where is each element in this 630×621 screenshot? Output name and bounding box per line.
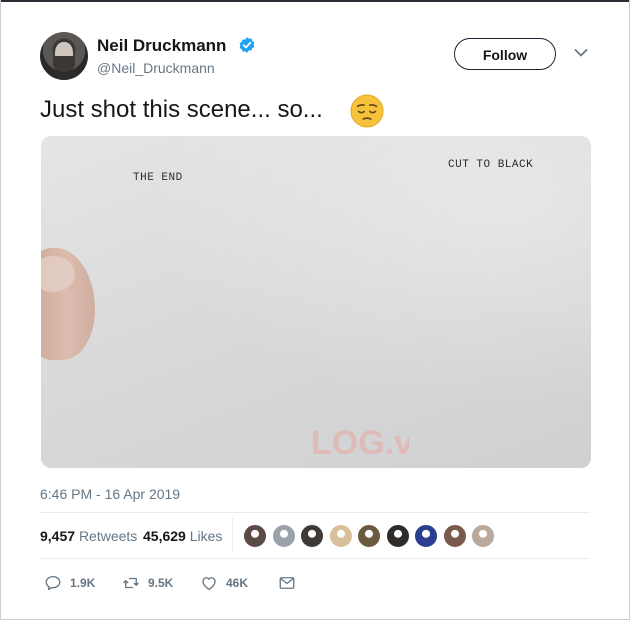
direct-message-icon: [279, 577, 295, 589]
tweet-photo[interactable]: THE END CUT TO BLACK LOG.vn: [41, 136, 591, 468]
liker-avatar[interactable]: [328, 524, 353, 548]
svg-text:LOG.vn: LOG.vn: [311, 424, 409, 462]
tweet-timestamp[interactable]: 6:46 PM - 16 Apr 2019: [40, 486, 180, 502]
author-name[interactable]: Neil Druckmann: [97, 36, 226, 56]
retweets-label: Retweets: [78, 528, 138, 544]
follow-button[interactable]: Follow: [454, 38, 556, 70]
liker-avatar[interactable]: [271, 524, 296, 548]
retweet-icon: [123, 577, 139, 589]
reply-count: 1.9K: [70, 576, 96, 590]
avatar-beard: [53, 56, 75, 72]
liker-avatar[interactable]: [357, 524, 381, 548]
liker-avatar[interactable]: [442, 524, 467, 548]
tweet-text: Just shot this scene... so...: [40, 96, 323, 123]
author-handle[interactable]: @Neil_Druckmann: [97, 60, 215, 76]
reply-icon: [45, 575, 61, 591]
divider: [40, 558, 590, 559]
liker-avatar[interactable]: [471, 524, 495, 548]
like-count: 46K: [226, 576, 249, 590]
stat-divider: [232, 518, 233, 552]
liker-avatar[interactable]: [243, 524, 267, 548]
likes-stat[interactable]: 45,629 Likes: [143, 528, 222, 544]
retweets-count: 9,457: [40, 528, 76, 544]
liker-avatar[interactable]: [414, 524, 438, 548]
heart-icon: [202, 577, 216, 591]
retweets-stat[interactable]: 9,457 Retweets: [40, 528, 137, 544]
verified-badge-icon: [239, 37, 255, 53]
thumb-nail: [41, 256, 75, 292]
divider: [40, 512, 590, 513]
liker-avatar[interactable]: [300, 524, 324, 548]
likes-label: Likes: [189, 528, 223, 544]
pensive-face-emoji: [350, 94, 384, 128]
watermark-logo: LOG.vn: [311, 424, 409, 462]
retweet-count: 9.5K: [148, 576, 174, 590]
author-avatar[interactable]: [40, 32, 88, 80]
liker-avatar[interactable]: [385, 524, 410, 548]
likes-count: 45,629: [143, 528, 186, 544]
script-text-the-end: THE END: [133, 172, 183, 184]
script-text-cut-to-black: CUT TO BLACK: [448, 159, 534, 171]
chevron-down-icon[interactable]: [574, 48, 588, 58]
